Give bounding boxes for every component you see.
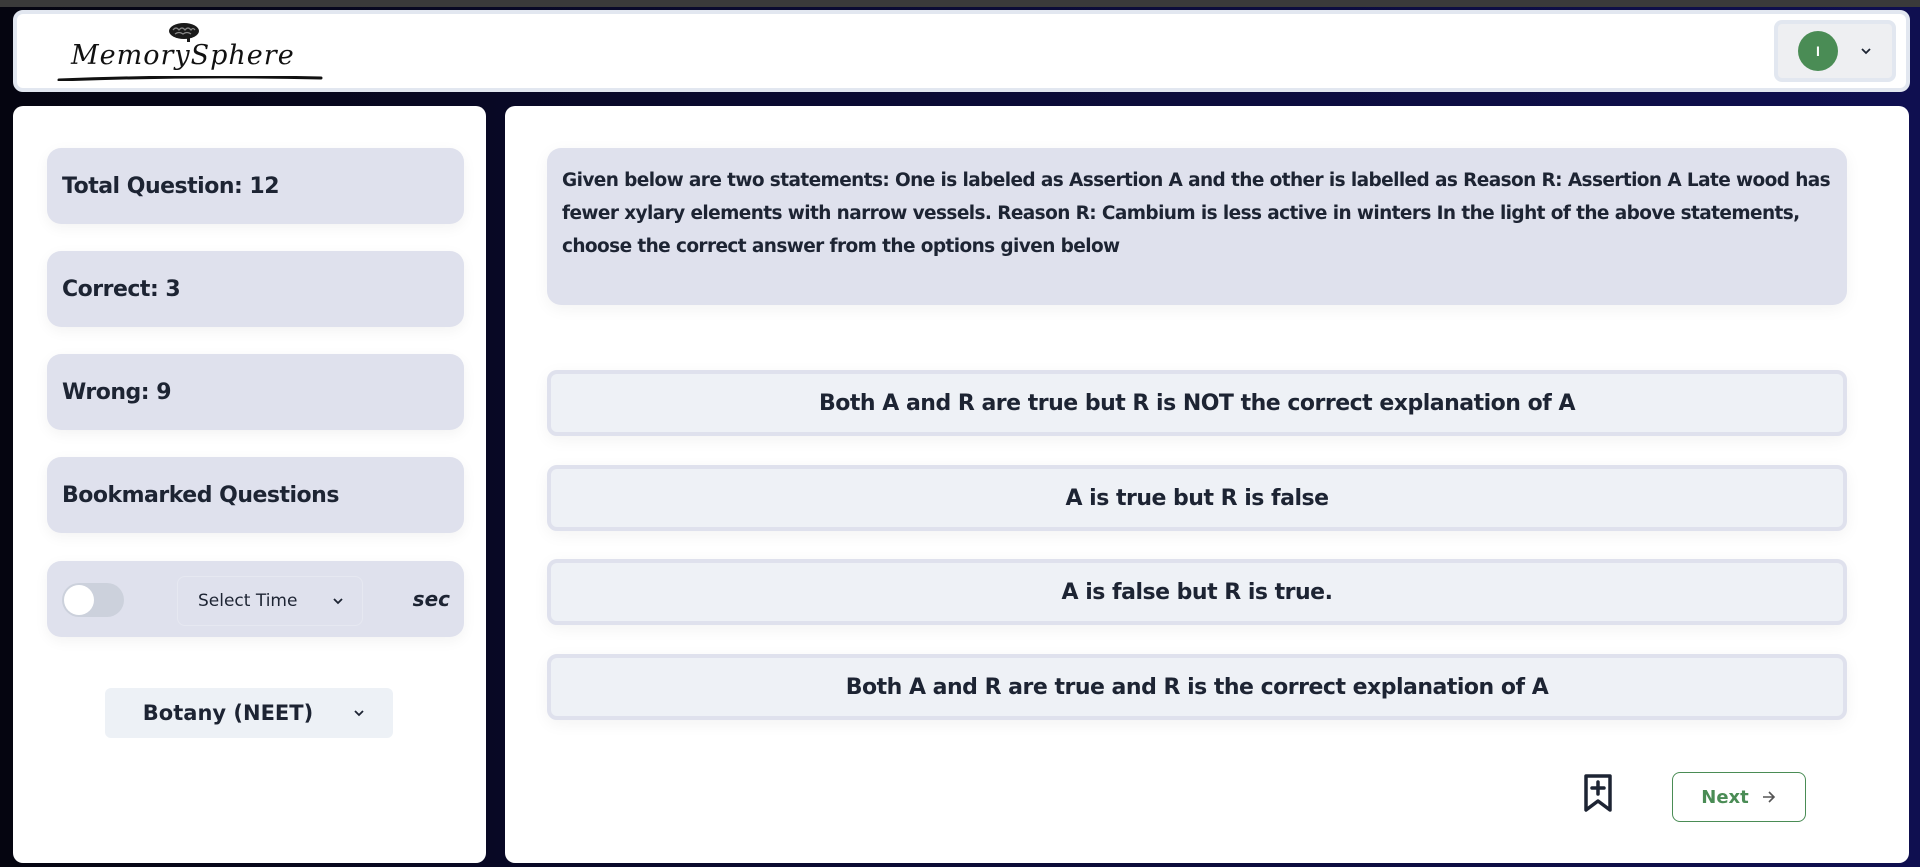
next-label: Next: [1701, 786, 1749, 808]
toggle-knob: [64, 585, 94, 615]
answer-option-1[interactable]: Both A and R are true but R is NOT the c…: [547, 370, 1847, 436]
time-select-label: Select Time: [198, 591, 298, 611]
timer-toggle[interactable]: [62, 583, 124, 617]
answer-option-4[interactable]: Both A and R are true and R is the corre…: [547, 654, 1847, 720]
question-panel: Given below are two statements: One is l…: [505, 106, 1909, 863]
chevron-down-icon: [1861, 48, 1871, 55]
bookmark-plus-icon: [1584, 774, 1612, 812]
time-select-dropdown[interactable]: Select Time: [177, 576, 363, 626]
arrow-right-icon: [1762, 791, 1775, 803]
app-logo[interactable]: MemorySphere: [43, 20, 323, 82]
time-unit-label: sec: [412, 587, 450, 611]
bookmarked-questions-button[interactable]: Bookmarked Questions: [47, 457, 464, 533]
answer-option-3[interactable]: A is false but R is true.: [547, 559, 1847, 625]
brain-icon: [169, 23, 199, 42]
logo-underline: [57, 76, 323, 81]
top-navbar: MemorySphere I: [13, 10, 1910, 92]
bookmark-button[interactable]: [1580, 772, 1616, 814]
browser-top-strip: [0, 0, 1920, 7]
correct-count-card[interactable]: Correct: 3: [47, 251, 464, 327]
app-name: MemorySphere: [71, 40, 295, 71]
next-button[interactable]: Next: [1672, 772, 1806, 822]
question-text: Given below are two statements: One is l…: [547, 148, 1847, 305]
total-question-card: Total Question: 12: [47, 148, 464, 224]
wrong-count-card[interactable]: Wrong: 9: [47, 354, 464, 430]
subject-select-dropdown[interactable]: Botany (NEET): [105, 688, 393, 738]
subject-selected-value: Botany (NEET): [142, 701, 314, 725]
chevron-down-icon: [333, 598, 343, 605]
answer-option-2[interactable]: A is true but R is false: [547, 465, 1847, 531]
timer-settings: Select Time sec: [47, 561, 464, 637]
avatar: I: [1798, 31, 1838, 71]
chevron-down-icon: [354, 710, 364, 717]
user-menu-button[interactable]: I: [1774, 20, 1896, 82]
stats-sidebar: Total Question: 12 Correct: 3 Wrong: 9 B…: [13, 106, 486, 863]
